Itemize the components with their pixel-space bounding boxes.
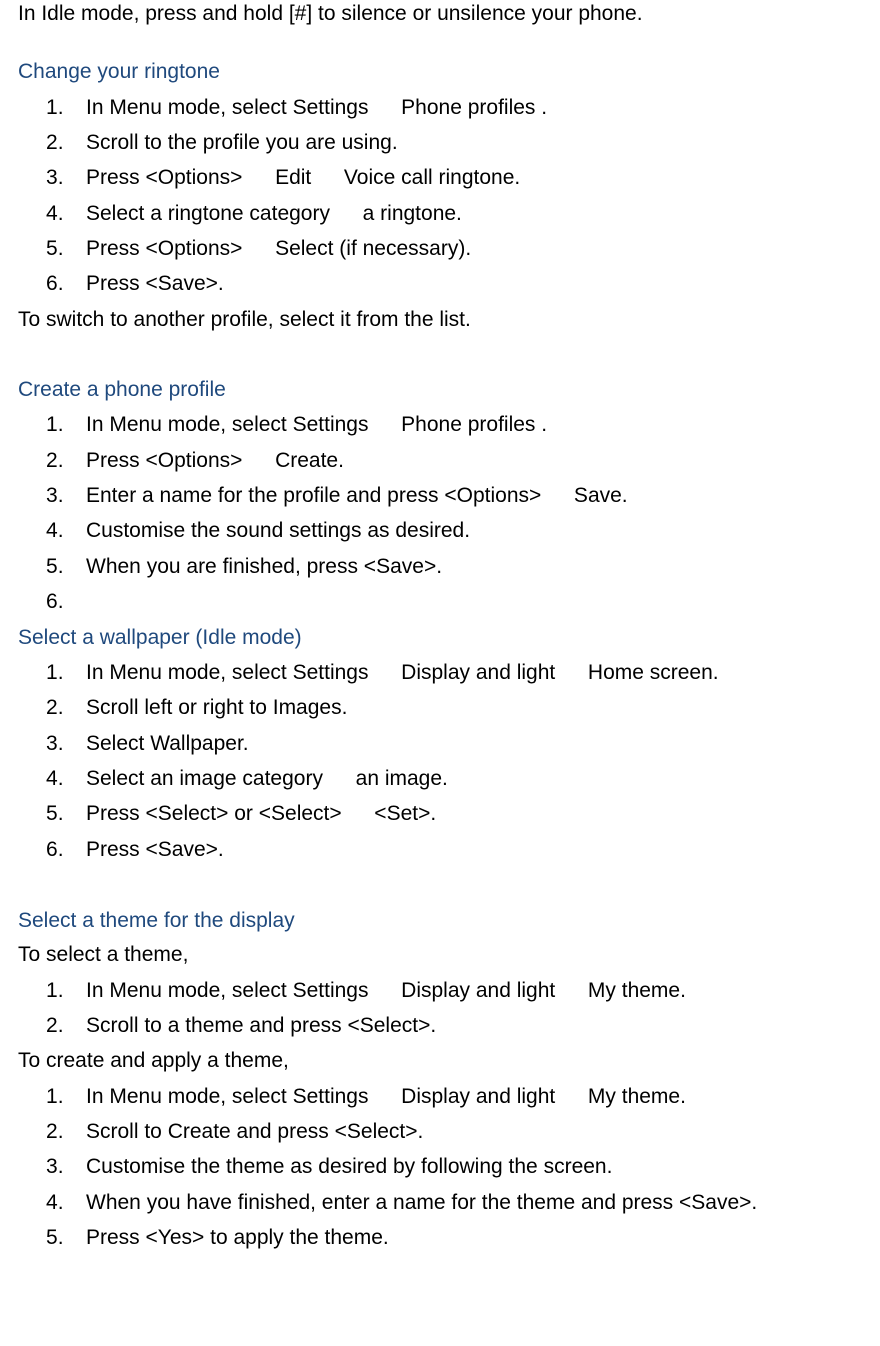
list-item [86,588,880,616]
list-item: In Menu mode, select Settings Phone prof… [86,411,880,439]
list-item: In Menu mode, select Settings Display an… [86,977,880,1005]
list-item: Customise the theme as desired by follow… [86,1153,880,1181]
list-item: Scroll left or right to Images. [86,694,880,722]
list-item: Press <Options> Select (if necessary). [86,235,880,263]
list-item: Press <Select> or <Select> <Set>. [86,800,880,828]
list-item: Customise the sound settings as desired. [86,517,880,545]
list-item: Select a ringtone category a ringtone. [86,200,880,228]
steps-change-ringtone: In Menu mode, select Settings Phone prof… [18,94,880,299]
heading-create-profile: Create a phone profile [18,376,880,404]
steps-create-profile: In Menu mode, select Settings Phone prof… [18,411,880,616]
list-item: In Menu mode, select Settings Display an… [86,1083,880,1111]
list-item: Press <Options> Edit Voice call ringtone… [86,164,880,192]
list-item: Press <Yes> to apply the theme. [86,1224,880,1252]
theme-intro-2: To create and apply a theme, [18,1047,880,1075]
list-item: In Menu mode, select Settings Display an… [86,659,880,687]
steps-select-theme-2: In Menu mode, select Settings Display an… [18,1083,880,1253]
list-item: Scroll to Create and press <Select>. [86,1118,880,1146]
heading-select-theme: Select a theme for the display [18,907,880,935]
list-item: Press <Options> Create. [86,447,880,475]
heading-select-wallpaper: Select a wallpaper (Idle mode) [18,624,880,652]
list-item: Select Wallpaper. [86,730,880,758]
list-item: When you are finished, press <Save>. [86,553,880,581]
list-item: Press <Save>. [86,836,880,864]
list-item: Scroll to the profile you are using. [86,129,880,157]
list-item: Select an image category an image. [86,765,880,793]
list-item: Press <Save>. [86,270,880,298]
list-item: Scroll to a theme and press <Select>. [86,1012,880,1040]
list-item: In Menu mode, select Settings Phone prof… [86,94,880,122]
ringtone-outro: To switch to another profile, select it … [18,306,880,334]
steps-select-theme-1: In Menu mode, select Settings Display an… [18,977,880,1041]
list-item: Enter a name for the profile and press <… [86,482,880,510]
steps-select-wallpaper: In Menu mode, select Settings Display an… [18,659,880,864]
heading-change-ringtone: Change your ringtone [18,58,880,86]
list-item: When you have finished, enter a name for… [86,1189,880,1217]
intro-text: In Idle mode, press and hold [#] to sile… [18,0,880,28]
theme-intro-1: To select a theme, [18,941,880,969]
